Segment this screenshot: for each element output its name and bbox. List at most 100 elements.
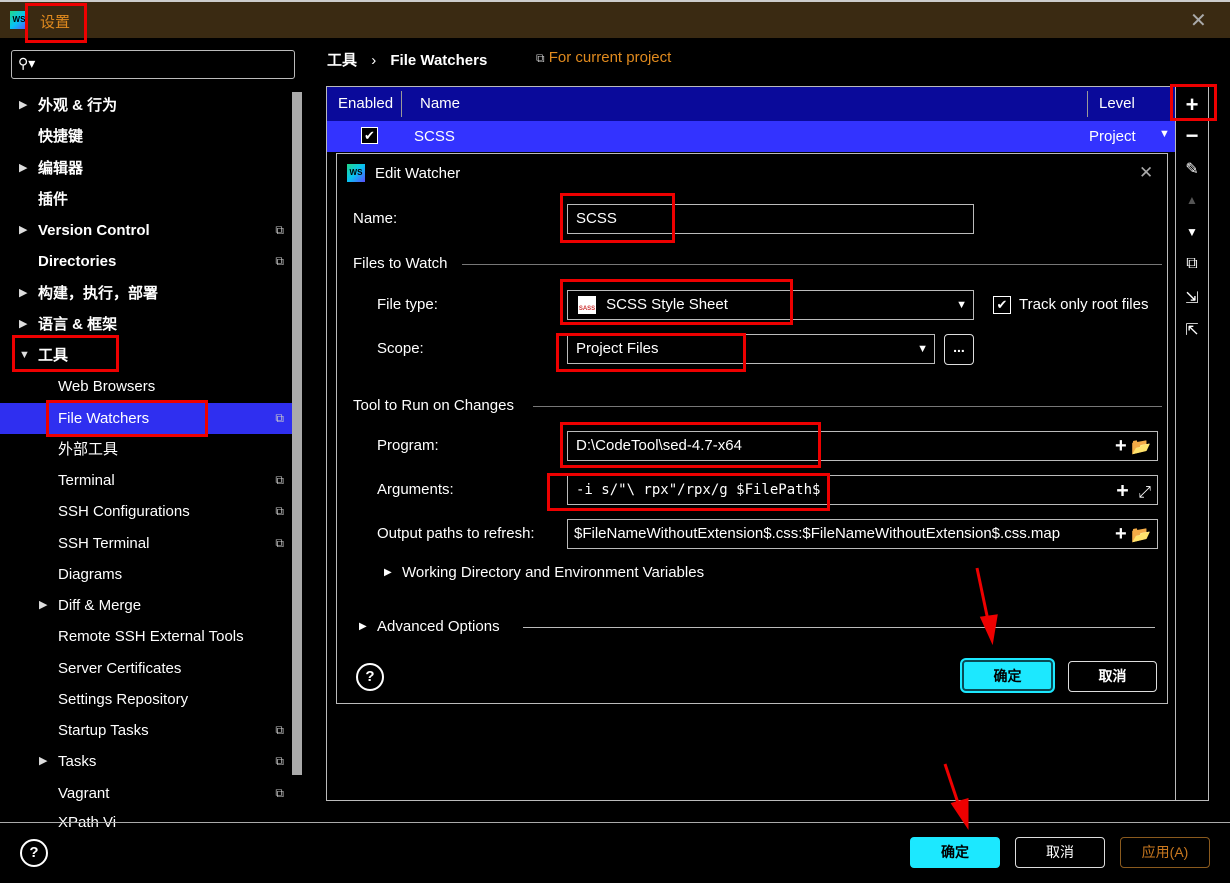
file-type-select[interactable]: SASS SCSS Style Sheet ▼ xyxy=(567,290,974,320)
close-window-icon[interactable]: ✕ xyxy=(1190,8,1207,33)
table-header: Enabled Name Level xyxy=(327,87,1175,121)
sidebar-item[interactable]: 外部工具 xyxy=(0,434,292,465)
files-section-label: Files to Watch xyxy=(353,255,448,272)
edit-icon[interactable]: ✎ xyxy=(1176,159,1208,179)
help-button[interactable]: ? xyxy=(356,663,384,691)
scope-more-button[interactable]: ... xyxy=(944,334,974,365)
minus-icon[interactable]: − xyxy=(1176,123,1208,149)
sidebar-item[interactable]: ▶ Tasks ⧉ xyxy=(0,746,292,777)
arguments-input[interactable]: -i s/"\ rpx"/rpx/g $FilePath$ + ⤢ xyxy=(567,475,1158,505)
sidebar-item[interactable]: Diagrams xyxy=(0,559,292,590)
sidebar-item-label: Diff & Merge xyxy=(58,597,142,614)
expand-arrow-icon[interactable]: ▶ xyxy=(384,567,392,578)
sidebar-item[interactable]: 插件 xyxy=(0,184,292,215)
breadcrumb-separator-icon: › xyxy=(371,52,377,69)
level-dropdown-icon[interactable]: ▼ xyxy=(1159,128,1170,140)
scope-indicator: ⧉ For current project xyxy=(536,49,671,66)
move-up-icon[interactable]: ▲ xyxy=(1176,193,1208,207)
working-directory-toggle[interactable]: Working Directory and Environment Variab… xyxy=(402,564,704,581)
insert-macro-plus-icon[interactable]: + xyxy=(1115,435,1127,457)
expanded-arrow-icon[interactable]: ▼ xyxy=(19,340,30,371)
sidebar-item[interactable]: SSH Terminal ⧉ xyxy=(0,528,292,559)
scope-value: Project Files xyxy=(576,340,659,357)
sidebar-item[interactable]: ▶ 编辑器 xyxy=(0,153,292,184)
sidebar-item[interactable]: Settings Repository xyxy=(0,684,292,715)
collapsed-arrow-icon[interactable]: ▶ xyxy=(19,278,27,309)
dialog-cancel-button[interactable]: 取消 xyxy=(1068,661,1157,692)
project-scope-icon: ⧉ xyxy=(275,504,284,518)
insert-macro-plus-icon[interactable]: + xyxy=(1117,478,1129,502)
sidebar-item[interactable]: Startup Tasks ⧉ xyxy=(0,715,292,746)
header-name[interactable]: Name xyxy=(420,95,460,112)
sidebar-item[interactable]: Remote SSH External Tools xyxy=(0,621,292,652)
sidebar-item[interactable]: ▶ 外观 & 行为 xyxy=(0,90,292,121)
apply-button[interactable]: 应用(A) xyxy=(1120,837,1210,868)
track-root-checkbox[interactable]: ✔ xyxy=(993,296,1011,314)
copy-icon[interactable]: ⧉ xyxy=(1176,255,1208,273)
sidebar-item-label: Tasks xyxy=(58,753,97,770)
sidebar-item[interactable]: File Watchers ⧉ xyxy=(0,403,292,434)
export-icon[interactable]: ⇱ xyxy=(1176,320,1208,340)
enabled-checkbox[interactable]: ✔ xyxy=(361,127,378,144)
row-name: SCSS xyxy=(414,128,455,145)
program-icons: + 📂 xyxy=(1115,432,1151,462)
row-level[interactable]: Project xyxy=(1089,128,1136,145)
table-toolbar: + − ✎ ▲ ▼ ⧉ ⇲ ⇱ xyxy=(1176,86,1209,801)
scope-label: Scope: xyxy=(377,340,424,357)
search-input[interactable]: ⚲▾ xyxy=(11,50,295,79)
sidebar-item[interactable]: Server Certificates xyxy=(0,653,292,684)
header-enabled[interactable]: Enabled xyxy=(338,95,393,112)
sidebar-item[interactable]: ▶ 构建，执行，部署 xyxy=(0,278,292,309)
sidebar-item[interactable]: ▶ Diff & Merge xyxy=(0,590,292,621)
output-label: Output paths to refresh: xyxy=(377,525,535,542)
sidebar-item[interactable]: Web Browsers xyxy=(0,371,292,402)
output-value: $FileNameWithoutExtension$.css:$FileName… xyxy=(574,525,1061,542)
sidebar-item[interactable]: ▶ Version Control ⧉ xyxy=(0,215,292,246)
collapsed-arrow-icon[interactable]: ▶ xyxy=(19,90,27,121)
arguments-label: Arguments: xyxy=(377,481,454,498)
window-title: 设置 xyxy=(40,14,71,31)
dialog-ok-button[interactable]: 确定 xyxy=(962,660,1053,691)
sidebar-item-label: Server Certificates xyxy=(58,660,182,677)
cancel-button[interactable]: 取消 xyxy=(1015,837,1105,868)
collapsed-arrow-icon[interactable]: ▶ xyxy=(19,309,27,340)
ok-button[interactable]: 确定 xyxy=(910,837,1000,868)
move-down-icon[interactable]: ▼ xyxy=(1176,225,1208,239)
header-level[interactable]: Level xyxy=(1099,95,1135,112)
folder-icon[interactable]: 📂 xyxy=(1131,527,1151,544)
plus-icon[interactable]: + xyxy=(1176,92,1208,118)
collapsed-arrow-icon[interactable]: ▶ xyxy=(39,590,47,621)
sidebar-scrollbar[interactable] xyxy=(292,92,302,775)
project-scope-icon: ⧉ xyxy=(536,51,545,65)
output-paths-input[interactable]: $FileNameWithoutExtension$.css:$FileName… xyxy=(567,519,1158,549)
folder-icon[interactable]: 📂 xyxy=(1131,439,1151,456)
scope-select[interactable]: Project Files ▼ xyxy=(567,334,935,364)
dropdown-arrow-icon[interactable]: ▼ xyxy=(917,335,928,363)
import-icon[interactable]: ⇲ xyxy=(1176,288,1208,308)
expand-icon[interactable]: ⤢ xyxy=(1138,482,1151,501)
sidebar-item[interactable]: Directories ⧉ xyxy=(0,246,292,277)
sidebar-item[interactable]: Vagrant ⧉ xyxy=(0,778,292,809)
advanced-options-toggle[interactable]: Advanced Options xyxy=(377,618,500,635)
sidebar-item[interactable]: 快捷键 xyxy=(0,121,292,152)
insert-macro-plus-icon[interactable]: + xyxy=(1115,523,1127,545)
help-button[interactable]: ? xyxy=(20,839,48,867)
table-row[interactable]: ✔ SCSS Project ▼ xyxy=(327,121,1175,152)
project-scope-icon: ⧉ xyxy=(275,411,284,425)
collapsed-arrow-icon[interactable]: ▶ xyxy=(19,153,27,184)
sidebar-item[interactable]: SSH Configurations ⧉ xyxy=(0,496,292,527)
track-root-label[interactable]: Track only root files xyxy=(1019,296,1149,313)
collapsed-arrow-icon[interactable]: ▶ xyxy=(39,746,47,777)
collapsed-arrow-icon[interactable]: ▶ xyxy=(19,215,27,246)
program-input[interactable]: D:\CodeTool\sed-4.7-x64 + 📂 xyxy=(567,431,1158,461)
expand-arrow-icon[interactable]: ▶ xyxy=(359,621,367,632)
sidebar-item[interactable]: ▶ 语言 & 框架 xyxy=(0,309,292,340)
breadcrumb-parent[interactable]: 工具 xyxy=(327,52,357,69)
dropdown-arrow-icon[interactable]: ▼ xyxy=(956,291,967,319)
close-dialog-icon[interactable]: ✕ xyxy=(1139,163,1153,183)
sidebar-item[interactable]: Terminal ⧉ xyxy=(0,465,292,496)
project-scope-icon: ⧉ xyxy=(275,786,284,800)
sidebar-item[interactable]: ▼ 工具 xyxy=(0,340,292,371)
name-input[interactable]: SCSS xyxy=(567,204,974,234)
edit-watcher-dialog: WS Edit Watcher ✕ Name: SCSS Files to Wa… xyxy=(336,153,1168,704)
